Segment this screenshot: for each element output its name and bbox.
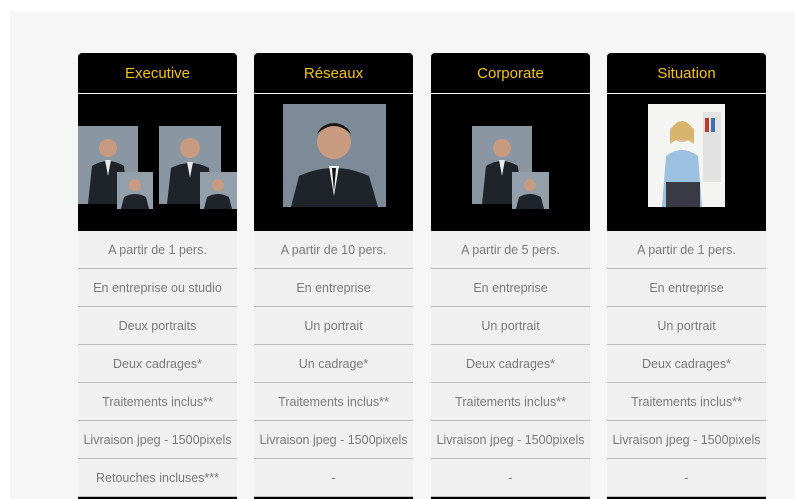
plan-image-executive — [78, 94, 237, 231]
plan-features: A partir de 10 pers. En entreprise Un po… — [254, 231, 413, 497]
plan-features: A partir de 5 pers. En entreprise Un por… — [431, 231, 590, 497]
feature-row: Livraison jpeg - 1500pixels — [431, 421, 590, 459]
feature-row: Un cadrage* — [254, 345, 413, 383]
plan-card-executive: Executive A partir de 1 pers. En entrepr… — [78, 53, 237, 499]
portrait-photo — [648, 104, 725, 207]
feature-row: Deux cadrages* — [431, 345, 590, 383]
feature-row: - — [254, 459, 413, 497]
plan-image-corporate — [431, 94, 590, 231]
feature-row: Retouches incluses*** — [78, 459, 237, 497]
feature-row: Deux cadrages* — [78, 345, 237, 383]
feature-row: En entreprise — [254, 269, 413, 307]
plan-image-reseaux — [254, 94, 413, 231]
feature-row: Livraison jpeg - 1500pixels — [607, 421, 766, 459]
feature-row: Un portrait — [607, 307, 766, 345]
feature-row: Deux cadrages* — [607, 345, 766, 383]
feature-row: Traitements inclus** — [78, 383, 237, 421]
plan-title: Réseaux — [254, 53, 413, 94]
feature-row: - — [431, 459, 590, 497]
feature-row: Traitements inclus** — [254, 383, 413, 421]
plan-features: A partir de 1 pers. En entreprise Un por… — [607, 231, 766, 497]
portrait-photo — [512, 172, 549, 209]
feature-row: Un portrait — [254, 307, 413, 345]
feature-row: A partir de 1 pers. — [78, 231, 237, 269]
portrait-photo — [117, 172, 153, 209]
feature-row: En entreprise — [431, 269, 590, 307]
plan-card-reseaux: Réseaux A partir de 10 pers. En entrepri… — [254, 53, 413, 499]
plan-title: Executive — [78, 53, 237, 94]
feature-row: Traitements inclus** — [431, 383, 590, 421]
feature-row: - — [607, 459, 766, 497]
plan-title: Situation — [607, 53, 766, 94]
feature-row: Livraison jpeg - 1500pixels — [78, 421, 237, 459]
portrait-photo — [283, 104, 386, 207]
feature-row: En entreprise ou studio — [78, 269, 237, 307]
feature-row: A partir de 10 pers. — [254, 231, 413, 269]
feature-row: Deux portraits — [78, 307, 237, 345]
portrait-photo — [200, 172, 237, 209]
plan-features: A partir de 1 pers. En entreprise ou stu… — [78, 231, 237, 497]
feature-row: A partir de 1 pers. — [607, 231, 766, 269]
plan-card-corporate: Corporate A partir de 5 pers. En entrepr… — [431, 53, 590, 499]
feature-row: Un portrait — [431, 307, 590, 345]
plan-image-situation — [607, 94, 766, 231]
feature-row: Livraison jpeg - 1500pixels — [254, 421, 413, 459]
plan-title: Corporate — [431, 53, 590, 94]
plan-card-situation: Situation A partir de 1 pers. En entrepr… — [607, 53, 766, 499]
page: Executive A partir de 1 pers. En entrepr… — [0, 0, 795, 499]
feature-row: A partir de 5 pers. — [431, 231, 590, 269]
feature-row: En entreprise — [607, 269, 766, 307]
feature-row: Traitements inclus** — [607, 383, 766, 421]
